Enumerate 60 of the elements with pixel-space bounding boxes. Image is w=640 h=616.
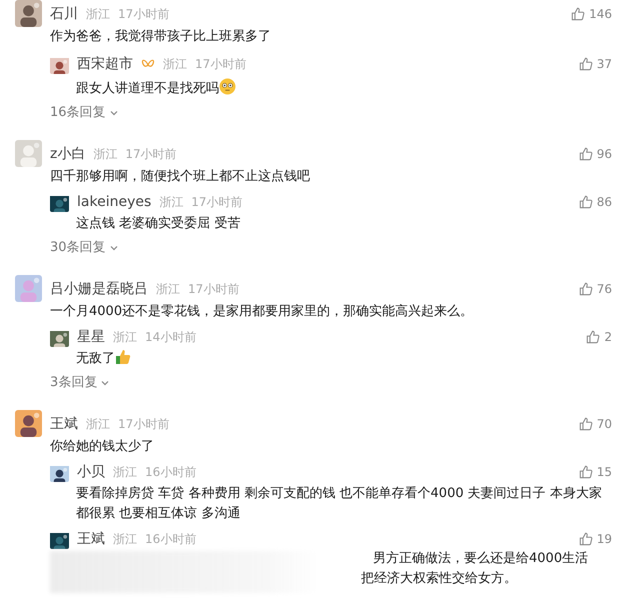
thumbs-up-icon[interactable]	[578, 465, 593, 479]
thumbs-up-icon[interactable]	[578, 146, 593, 160]
timestamp: 17小时前	[125, 146, 177, 162]
timestamp: 16小时前	[145, 464, 196, 481]
comment-text: 作为爸爸，我觉得带孩子比上班累多了	[49, 28, 272, 46]
timestamp: 17小时前	[118, 416, 170, 432]
reply-text: 要看除掉房贷 车贷 各种费用 剩余可支配的钱 也不能单存看个4000 夫妻间过日子 本身大家都很累 也要相互体谅 多沟通	[75, 485, 603, 523]
user-name[interactable]: 王斌	[77, 529, 105, 549]
location: 浙江	[159, 194, 184, 211]
thumbs-up-icon[interactable]	[578, 416, 593, 430]
location: 浙江	[86, 6, 110, 22]
user-name[interactable]: z小白	[50, 144, 86, 164]
flushed-face-icon	[219, 78, 236, 95]
reply-text-line: 把经济大权索性交给女方。	[360, 570, 518, 588]
location: 浙江	[93, 146, 118, 162]
reply-text-line: 男方正确做法，要么还是给4000生活	[372, 550, 590, 568]
user-name[interactable]: lakeineyes	[77, 192, 152, 212]
like-count: 146	[589, 6, 612, 22]
location: 浙江	[113, 464, 137, 481]
user-name[interactable]: 王斌	[50, 414, 78, 434]
like-count: 76	[596, 280, 612, 298]
user-name[interactable]: 吕小姗是磊晓吕	[50, 278, 148, 298]
thumbs-up-icon[interactable]	[571, 6, 586, 20]
like-count: 2	[604, 329, 612, 346]
thumbs-up-emoji-icon	[115, 349, 131, 365]
reply-text: 跟女人讲道理不是找死吗	[50, 78, 612, 99]
location: 浙江	[163, 56, 187, 73]
like-count: 19	[596, 531, 612, 548]
comment-text: 四千那够用啊，随便找个班上都不止这点钱吧	[49, 168, 311, 186]
user-name[interactable]: 小贝	[77, 462, 105, 482]
reply-text: 无敌了	[50, 349, 612, 369]
like-count: 37	[596, 56, 612, 73]
location: 浙江	[113, 531, 137, 548]
more-replies-link[interactable]: 3条回复	[50, 373, 110, 392]
more-replies-link[interactable]: 30条回复	[50, 238, 119, 258]
thumbs-up-icon[interactable]	[578, 195, 593, 209]
thumbs-up-icon[interactable]	[578, 57, 593, 71]
more-replies-link[interactable]: 16条回复	[50, 103, 119, 122]
timestamp: 17小时前	[188, 280, 240, 298]
location: 浙江	[156, 280, 180, 298]
user-name[interactable]: 星星	[77, 327, 105, 347]
comment-text: 一个月4000还不是零花钱，是家用都要用家里的，那确实能高兴起来么。	[49, 303, 474, 321]
like-count: 15	[596, 464, 612, 481]
like-count: 70	[596, 416, 612, 432]
reply-text: 这点钱 老婆确实受委屈 受苦	[75, 215, 242, 233]
timestamp: 16小时前	[145, 531, 196, 548]
like-count: 86	[596, 194, 612, 211]
user-name[interactable]: 西宋超市	[77, 54, 133, 74]
user-name[interactable]: 石川	[50, 4, 78, 24]
timestamp: 17小时前	[195, 56, 246, 73]
timestamp: 14小时前	[145, 329, 196, 346]
thumbs-up-icon[interactable]	[578, 282, 593, 296]
like-count: 96	[596, 146, 612, 162]
location: 浙江	[113, 329, 137, 346]
thumbs-up-icon[interactable]	[578, 532, 593, 546]
thumbs-up-icon[interactable]	[586, 330, 600, 344]
comment-text: 你给她的钱太少了	[49, 438, 155, 456]
location: 浙江	[86, 416, 110, 432]
timestamp: 17小时前	[118, 6, 170, 22]
timestamp: 17小时前	[191, 194, 243, 211]
